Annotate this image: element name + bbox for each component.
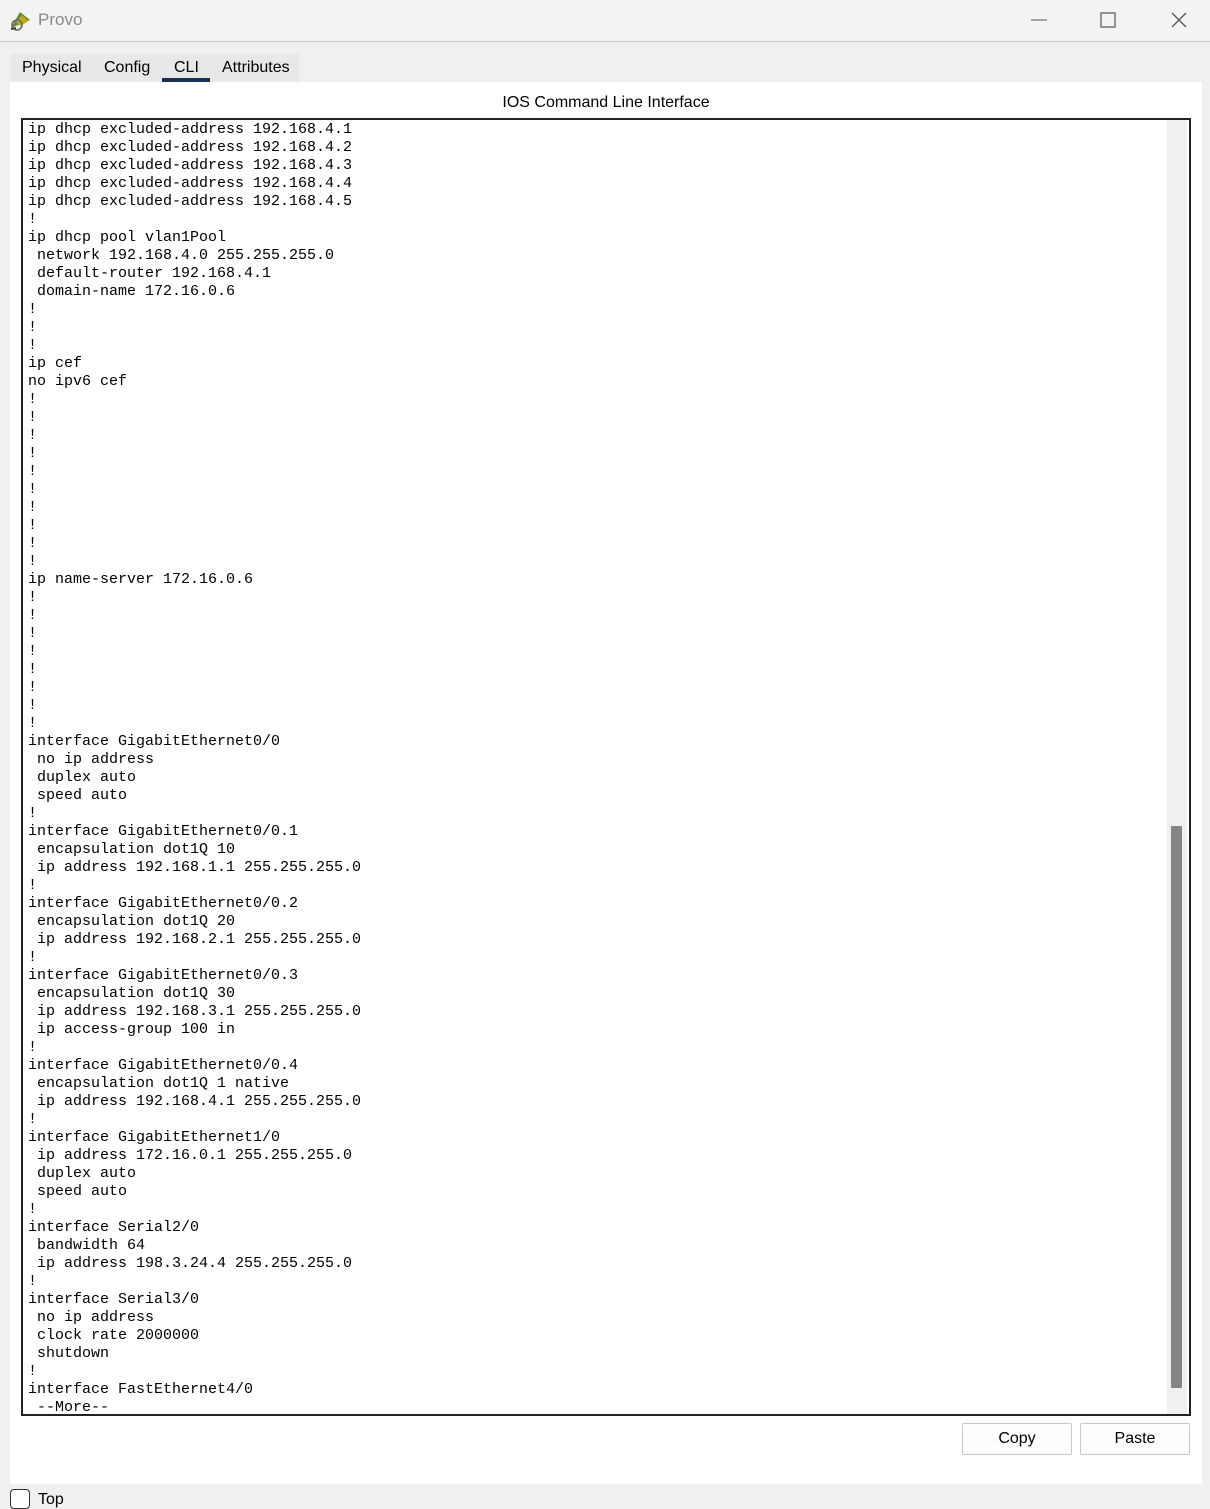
tab-attributes[interactable]: Attributes — [222, 54, 290, 82]
console-line: ! — [28, 805, 38, 822]
console-scrollbar[interactable] — [1167, 120, 1187, 1414]
window-title: Provo — [38, 10, 83, 29]
console-line: ! — [28, 1273, 38, 1290]
console-line: bandwidth 64 — [28, 1237, 146, 1254]
console-line: ip dhcp excluded-address 192.168.4.3 — [28, 157, 353, 174]
console-line: ! — [28, 409, 38, 426]
console-line: speed auto — [28, 787, 128, 804]
console-line: clock rate 2000000 — [28, 1327, 200, 1344]
console-line: interface GigabitEthernet0/0.4 — [28, 1057, 299, 1074]
console-line: ! — [28, 877, 38, 894]
console-line: ! — [28, 607, 38, 624]
console-line: interface GigabitEthernet0/0.3 — [28, 967, 299, 984]
maximize-icon — [1100, 12, 1116, 28]
console-line: encapsulation dot1Q 10 — [28, 841, 236, 858]
console-line: ! — [28, 211, 38, 228]
console-line: ! — [28, 1039, 38, 1056]
console-line: ! — [28, 535, 38, 552]
top-checkbox[interactable] — [10, 1489, 30, 1509]
console-line: ! — [28, 715, 38, 732]
console-line: ! — [28, 391, 38, 408]
console-line: no ip address — [28, 751, 155, 768]
console-line: ! — [28, 697, 38, 714]
console-line: ip address 192.168.1.1 255.255.255.0 — [28, 859, 362, 876]
console-line: ip cef — [28, 355, 83, 372]
scrollbar-thumb[interactable] — [1171, 826, 1182, 1388]
console-line: encapsulation dot1Q 30 — [28, 985, 236, 1002]
console-line: ip dhcp excluded-address 192.168.4.2 — [28, 139, 353, 156]
console-line: ! — [28, 679, 38, 696]
close-button[interactable] — [1144, 0, 1210, 40]
console-line: ip dhcp pool vlan1Pool — [28, 229, 227, 246]
console-line: interface Serial2/0 — [28, 1219, 200, 1236]
console-line: ! — [28, 301, 38, 318]
console-line: ! — [28, 661, 38, 678]
minimize-button[interactable] — [1004, 0, 1074, 40]
top-checkbox-label: Top — [38, 1491, 64, 1508]
close-icon — [1171, 12, 1187, 28]
console-line: interface GigabitEthernet0/0 — [28, 733, 281, 750]
console-line: shutdown — [28, 1345, 110, 1362]
console-line: interface GigabitEthernet1/0 — [28, 1129, 281, 1146]
console-line: ip address 192.168.2.1 255.255.255.0 — [28, 931, 362, 948]
console-line: duplex auto — [28, 1165, 137, 1182]
console-line: ip name-server 172.16.0.6 — [28, 571, 254, 588]
console-line: duplex auto — [28, 769, 137, 786]
console-line: ! — [28, 949, 38, 966]
console-line: ! — [28, 625, 38, 642]
console-line: ! — [28, 1201, 38, 1218]
copy-button[interactable]: Copy — [962, 1423, 1072, 1455]
console-line: ! — [28, 643, 38, 660]
console-line: speed auto — [28, 1183, 128, 1200]
console-line: ip address 192.168.4.1 255.255.255.0 — [28, 1093, 362, 1110]
console-line: ! — [28, 499, 38, 516]
tab-config[interactable]: Config — [104, 54, 150, 82]
console-line: ip dhcp excluded-address 192.168.4.1 — [28, 121, 353, 138]
console-line: interface FastEthernet4/0 — [28, 1381, 254, 1398]
console-line: network 192.168.4.0 255.255.255.0 — [28, 247, 335, 264]
console-line: ip address 198.3.24.4 255.255.255.0 — [28, 1255, 353, 1272]
maximize-button[interactable] — [1073, 0, 1143, 40]
console-line: ! — [28, 589, 38, 606]
console-line: --More-- — [28, 1399, 110, 1416]
tab-bar: Physical Config CLI Attributes — [11, 54, 1201, 82]
console-line: interface GigabitEthernet0/0.1 — [28, 823, 299, 840]
console-line: ! — [28, 463, 38, 480]
title-bar: Provo — [0, 0, 1210, 42]
console-line: ! — [28, 553, 38, 570]
tab-physical[interactable]: Physical — [22, 54, 82, 82]
console-line: no ipv6 cef — [28, 373, 128, 390]
console-line: ! — [28, 445, 38, 462]
panel-title: IOS Command Line Interface — [502, 94, 710, 111]
console-output[interactable]: ip dhcp excluded-address 192.168.4.1 ip d… — [28, 121, 362, 1416]
console-line: interface GigabitEthernet0/0.2 — [28, 895, 299, 912]
console-line: ! — [28, 427, 38, 444]
console-line: ! — [28, 1111, 38, 1128]
console-line: encapsulation dot1Q 20 — [28, 913, 236, 930]
cli-panel: IOS Command Line Interface ip dhcp exclu… — [10, 82, 1202, 1484]
app-icon — [8, 8, 34, 32]
console-line: ! — [28, 319, 38, 336]
console-line: default-router 192.168.4.1 — [28, 265, 272, 282]
console-line: ! — [28, 1363, 38, 1380]
console-line: ! — [28, 517, 38, 534]
console-line: ip dhcp excluded-address 192.168.4.5 — [28, 193, 353, 210]
console-line: ! — [28, 481, 38, 498]
bottom-bar: Top — [0, 1487, 1210, 1509]
console-line: encapsulation dot1Q 1 native — [28, 1075, 290, 1092]
console-line: ip dhcp excluded-address 192.168.4.4 — [28, 175, 353, 192]
paste-button[interactable]: Paste — [1080, 1423, 1190, 1455]
cli-console[interactable]: ip dhcp excluded-address 192.168.4.1 ip d… — [21, 118, 1191, 1416]
console-line: ! — [28, 337, 38, 354]
console-line: interface Serial3/0 — [28, 1291, 200, 1308]
console-line: no ip address — [28, 1309, 155, 1326]
console-line: ip address 192.168.3.1 255.255.255.0 — [28, 1003, 362, 1020]
console-line: ip address 172.16.0.1 255.255.255.0 — [28, 1147, 353, 1164]
console-line: ip access-group 100 in — [28, 1021, 236, 1038]
minimize-icon — [1031, 19, 1047, 21]
console-line: domain-name 172.16.0.6 — [28, 283, 236, 300]
